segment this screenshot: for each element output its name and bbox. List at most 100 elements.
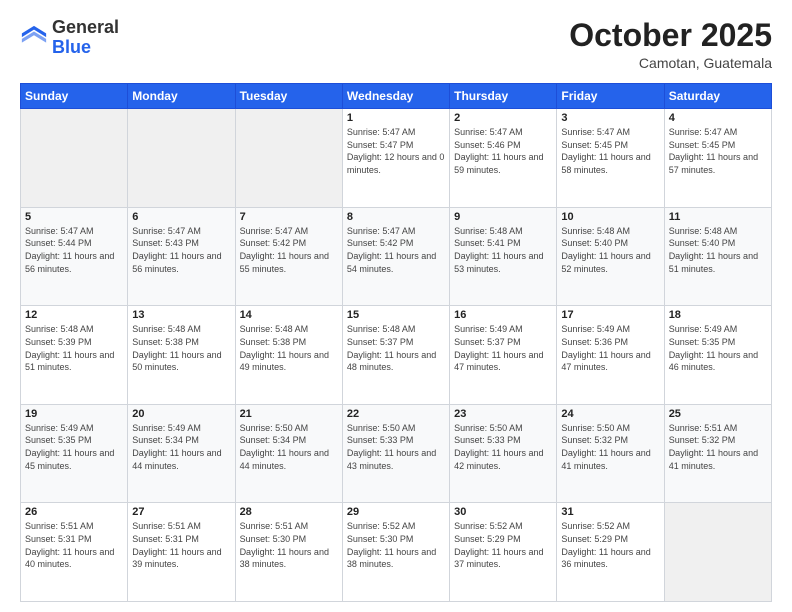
- day-info: Sunrise: 5:51 AMSunset: 5:31 PMDaylight:…: [132, 520, 230, 570]
- day-number: 25: [669, 408, 767, 420]
- day-number: 19: [25, 408, 123, 420]
- calendar-week-row: 12 Sunrise: 5:48 AMSunset: 5:39 PMDayligh…: [21, 306, 772, 405]
- calendar-cell: 14 Sunrise: 5:48 AMSunset: 5:38 PMDayligh…: [235, 306, 342, 405]
- logo-text: General Blue: [52, 18, 119, 58]
- calendar-cell: 9 Sunrise: 5:48 AMSunset: 5:41 PMDaylight…: [450, 207, 557, 306]
- day-info: Sunrise: 5:50 AMSunset: 5:33 PMDaylight:…: [347, 422, 445, 472]
- calendar-cell: 12 Sunrise: 5:48 AMSunset: 5:39 PMDayligh…: [21, 306, 128, 405]
- location: Camotan, Guatemala: [569, 55, 772, 71]
- day-number: 3: [561, 112, 659, 124]
- calendar-cell: 24Sunrise: 5:50 AMSunset: 5:32 PMDayligh…: [557, 404, 664, 503]
- day-info: Sunrise: 5:48 AMSunset: 5:38 PMDaylight:…: [240, 323, 338, 373]
- day-number: 7: [240, 211, 338, 223]
- day-number: 27: [132, 506, 230, 518]
- calendar-cell: [128, 109, 235, 208]
- day-number: 23: [454, 408, 552, 420]
- calendar-cell: 2 Sunrise: 5:47 AMSunset: 5:46 PMDaylight…: [450, 109, 557, 208]
- calendar-cell: 27 Sunrise: 5:51 AMSunset: 5:31 PMDayligh…: [128, 503, 235, 602]
- calendar-cell: 8 Sunrise: 5:47 AMSunset: 5:42 PMDaylight…: [342, 207, 449, 306]
- calendar-cell: 16 Sunrise: 5:49 AMSunset: 5:37 PMDayligh…: [450, 306, 557, 405]
- weekday-header: Friday: [557, 84, 664, 109]
- day-number: 2: [454, 112, 552, 124]
- day-number: 1: [347, 112, 445, 124]
- day-info: Sunrise: 5:47 AMSunset: 5:42 PMDaylight:…: [347, 225, 445, 275]
- day-number: 12: [25, 309, 123, 321]
- day-info: Sunrise: 5:47 AMSunset: 5:43 PMDaylight:…: [132, 225, 230, 275]
- day-info: Sunrise: 5:48 AMSunset: 5:38 PMDaylight:…: [132, 323, 230, 373]
- calendar-cell: 4 Sunrise: 5:47 AMSunset: 5:45 PMDaylight…: [664, 109, 771, 208]
- calendar-cell: 11 Sunrise: 5:48 AMSunset: 5:40 PMDayligh…: [664, 207, 771, 306]
- day-info: Sunrise: 5:48 AMSunset: 5:37 PMDaylight:…: [347, 323, 445, 373]
- day-info: Sunrise: 5:49 AMSunset: 5:35 PMDaylight:…: [669, 323, 767, 373]
- calendar-cell: 23 Sunrise: 5:50 AMSunset: 5:33 PMDayligh…: [450, 404, 557, 503]
- day-number: 5: [25, 211, 123, 223]
- calendar-week-row: 19Sunrise: 5:49 AMSunset: 5:35 PMDayligh…: [21, 404, 772, 503]
- day-info: Sunrise: 5:47 AMSunset: 5:42 PMDaylight:…: [240, 225, 338, 275]
- calendar-cell: 28 Sunrise: 5:51 AMSunset: 5:30 PMDayligh…: [235, 503, 342, 602]
- day-number: 6: [132, 211, 230, 223]
- calendar-week-row: 5Sunrise: 5:47 AMSunset: 5:44 PMDaylight…: [21, 207, 772, 306]
- day-number: 15: [347, 309, 445, 321]
- day-number: 10: [561, 211, 659, 223]
- page: General Blue October 2025 Camotan, Guate…: [0, 0, 792, 612]
- calendar-cell: 1Sunrise: 5:47 AMSunset: 5:47 PMDaylight…: [342, 109, 449, 208]
- day-info: Sunrise: 5:50 AMSunset: 5:32 PMDaylight:…: [561, 422, 659, 472]
- day-info: Sunrise: 5:47 AMSunset: 5:45 PMDaylight:…: [561, 126, 659, 176]
- logo-general: General: [52, 17, 119, 37]
- header: General Blue October 2025 Camotan, Guate…: [20, 18, 772, 71]
- calendar-cell: 13 Sunrise: 5:48 AMSunset: 5:38 PMDayligh…: [128, 306, 235, 405]
- day-number: 11: [669, 211, 767, 223]
- calendar-cell: 15 Sunrise: 5:48 AMSunset: 5:37 PMDayligh…: [342, 306, 449, 405]
- calendar-cell: 18Sunrise: 5:49 AMSunset: 5:35 PMDayligh…: [664, 306, 771, 405]
- day-number: 28: [240, 506, 338, 518]
- day-number: 4: [669, 112, 767, 124]
- day-info: Sunrise: 5:52 AMSunset: 5:30 PMDaylight:…: [347, 520, 445, 570]
- logo-blue: Blue: [52, 37, 91, 57]
- day-info: Sunrise: 5:48 AMSunset: 5:40 PMDaylight:…: [669, 225, 767, 275]
- day-info: Sunrise: 5:48 AMSunset: 5:40 PMDaylight:…: [561, 225, 659, 275]
- day-info: Sunrise: 5:52 AMSunset: 5:29 PMDaylight:…: [454, 520, 552, 570]
- day-number: 16: [454, 309, 552, 321]
- day-number: 30: [454, 506, 552, 518]
- calendar-cell: 22 Sunrise: 5:50 AMSunset: 5:33 PMDayligh…: [342, 404, 449, 503]
- weekday-header: Tuesday: [235, 84, 342, 109]
- logo: General Blue: [20, 18, 119, 58]
- calendar-cell: [664, 503, 771, 602]
- day-number: 8: [347, 211, 445, 223]
- calendar-cell: 10 Sunrise: 5:48 AMSunset: 5:40 PMDayligh…: [557, 207, 664, 306]
- calendar-table: SundayMondayTuesdayWednesdayThursdayFrid…: [20, 83, 772, 602]
- calendar-cell: [235, 109, 342, 208]
- weekday-header: Wednesday: [342, 84, 449, 109]
- day-info: Sunrise: 5:47 AMSunset: 5:45 PMDaylight:…: [669, 126, 767, 176]
- day-number: 21: [240, 408, 338, 420]
- day-number: 26: [25, 506, 123, 518]
- weekday-header: Monday: [128, 84, 235, 109]
- calendar-cell: 29Sunrise: 5:52 AMSunset: 5:30 PMDayligh…: [342, 503, 449, 602]
- day-number: 9: [454, 211, 552, 223]
- day-info: Sunrise: 5:49 AMSunset: 5:34 PMDaylight:…: [132, 422, 230, 472]
- day-info: Sunrise: 5:49 AMSunset: 5:37 PMDaylight:…: [454, 323, 552, 373]
- weekday-header: Saturday: [664, 84, 771, 109]
- day-info: Sunrise: 5:48 AMSunset: 5:41 PMDaylight:…: [454, 225, 552, 275]
- day-number: 14: [240, 309, 338, 321]
- calendar-cell: 3 Sunrise: 5:47 AMSunset: 5:45 PMDaylight…: [557, 109, 664, 208]
- calendar-cell: 21Sunrise: 5:50 AMSunset: 5:34 PMDayligh…: [235, 404, 342, 503]
- day-number: 20: [132, 408, 230, 420]
- day-info: Sunrise: 5:51 AMSunset: 5:31 PMDaylight:…: [25, 520, 123, 570]
- calendar-week-row: 26 Sunrise: 5:51 AMSunset: 5:31 PMDayligh…: [21, 503, 772, 602]
- day-info: Sunrise: 5:51 AMSunset: 5:30 PMDaylight:…: [240, 520, 338, 570]
- calendar-cell: 19Sunrise: 5:49 AMSunset: 5:35 PMDayligh…: [21, 404, 128, 503]
- day-number: 13: [132, 309, 230, 321]
- calendar-cell: 6 Sunrise: 5:47 AMSunset: 5:43 PMDaylight…: [128, 207, 235, 306]
- month-title: October 2025: [569, 18, 772, 53]
- calendar-cell: 31 Sunrise: 5:52 AMSunset: 5:29 PMDayligh…: [557, 503, 664, 602]
- calendar-cell: 30 Sunrise: 5:52 AMSunset: 5:29 PMDayligh…: [450, 503, 557, 602]
- day-info: Sunrise: 5:48 AMSunset: 5:39 PMDaylight:…: [25, 323, 123, 373]
- day-info: Sunrise: 5:47 AMSunset: 5:46 PMDaylight:…: [454, 126, 552, 176]
- day-number: 17: [561, 309, 659, 321]
- day-info: Sunrise: 5:51 AMSunset: 5:32 PMDaylight:…: [669, 422, 767, 472]
- day-number: 31: [561, 506, 659, 518]
- day-number: 22: [347, 408, 445, 420]
- day-info: Sunrise: 5:52 AMSunset: 5:29 PMDaylight:…: [561, 520, 659, 570]
- day-info: Sunrise: 5:50 AMSunset: 5:33 PMDaylight:…: [454, 422, 552, 472]
